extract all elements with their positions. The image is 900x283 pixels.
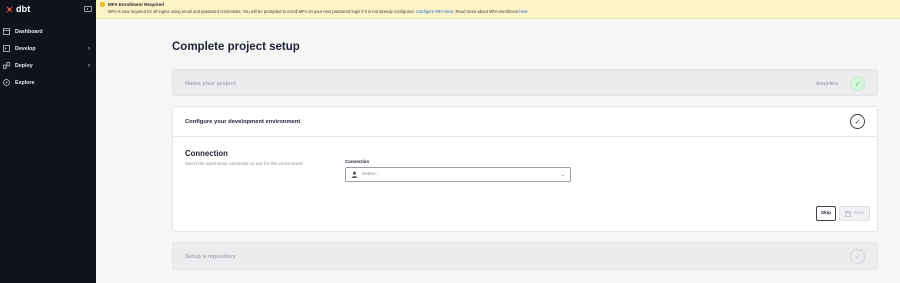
step-title: Setup a repository [185, 253, 236, 260]
save-button[interactable]: Save [839, 206, 870, 221]
warning-icon: ! [100, 2, 105, 7]
mfa-docs-link[interactable]: here. [519, 9, 529, 14]
skip-button[interactable]: Skip [816, 206, 836, 221]
sidebar-item-develop[interactable]: Develop › [0, 40, 96, 57]
connection-select[interactable]: Select... ⌄ [345, 167, 571, 182]
main-content: Complete project setup Name your project… [96, 19, 900, 283]
dbt-logo[interactable]: dbt [5, 4, 30, 14]
step-title: Name your project [185, 80, 236, 87]
chevron-right-icon: › [88, 45, 90, 52]
check-circle-icon: ✓ [850, 114, 865, 129]
configure-mfa-link[interactable]: Configure MFA here. [416, 9, 454, 14]
check-complete-icon: ✓ [850, 76, 865, 91]
sidebar-collapse-icon[interactable] [84, 6, 92, 12]
banner-message-text: MFA is now required for all logins using… [108, 9, 415, 14]
user-icon [351, 171, 358, 178]
sidebar: dbt Dashboard Develop › Deploy › Explore [0, 0, 96, 283]
step-header: Setup a repository ✓ [173, 243, 877, 270]
develop-icon [3, 45, 10, 52]
chevron-down-icon: ⌄ [560, 171, 565, 178]
step-title: Configure your development environment [185, 118, 301, 125]
sidebar-item-label: Dashboard [15, 28, 43, 35]
sidebar-item-label: Develop [15, 45, 36, 52]
dashboard-icon [3, 28, 10, 35]
connection-heading: Connection [185, 149, 228, 158]
sidebar-item-explore[interactable]: Explore [0, 74, 96, 91]
save-label: Save [853, 211, 865, 216]
page-title: Complete project setup [172, 41, 300, 53]
save-icon [844, 210, 851, 217]
banner-title-text: MFA Enrollment Required [108, 2, 164, 7]
connection-description: Select the warehouse connection to use f… [185, 161, 304, 166]
banner-title: ! MFA Enrollment Required [100, 2, 900, 7]
step-dev-environment: Configure your development environment ✓… [172, 106, 878, 232]
explore-icon [3, 79, 10, 86]
sidebar-item-dashboard[interactable]: Dashboard [0, 23, 96, 40]
sidebar-item-deploy[interactable]: Deploy › [0, 57, 96, 74]
step-header: Name your project Analytics ✓ [173, 70, 877, 97]
step-header: Configure your development environment ✓ [173, 107, 877, 137]
project-name-value: Analytics [815, 80, 838, 87]
sidebar-nav: Dashboard Develop › Deploy › Explore [0, 23, 96, 91]
mfa-banner: ! MFA Enrollment Required MFA is now req… [96, 0, 900, 19]
step-repository[interactable]: Setup a repository ✓ [172, 242, 878, 270]
deploy-icon [3, 62, 10, 69]
brand-name: dbt [16, 4, 31, 14]
sidebar-item-label: Explore [15, 79, 35, 86]
connection-field-label: Connection [345, 159, 370, 164]
step-name-project[interactable]: Name your project Analytics ✓ [172, 69, 878, 96]
sidebar-item-label: Deploy [15, 62, 33, 69]
banner-read-more-text: Read more about MFA enrollment [455, 9, 519, 14]
banner-message: MFA is now required for all logins using… [108, 9, 900, 14]
connection-select-placeholder: Select... [362, 172, 380, 177]
sidebar-header: dbt [0, 0, 96, 18]
check-pending-icon: ✓ [850, 249, 865, 264]
dbt-logo-icon [5, 5, 14, 13]
chevron-right-icon: › [88, 62, 90, 69]
